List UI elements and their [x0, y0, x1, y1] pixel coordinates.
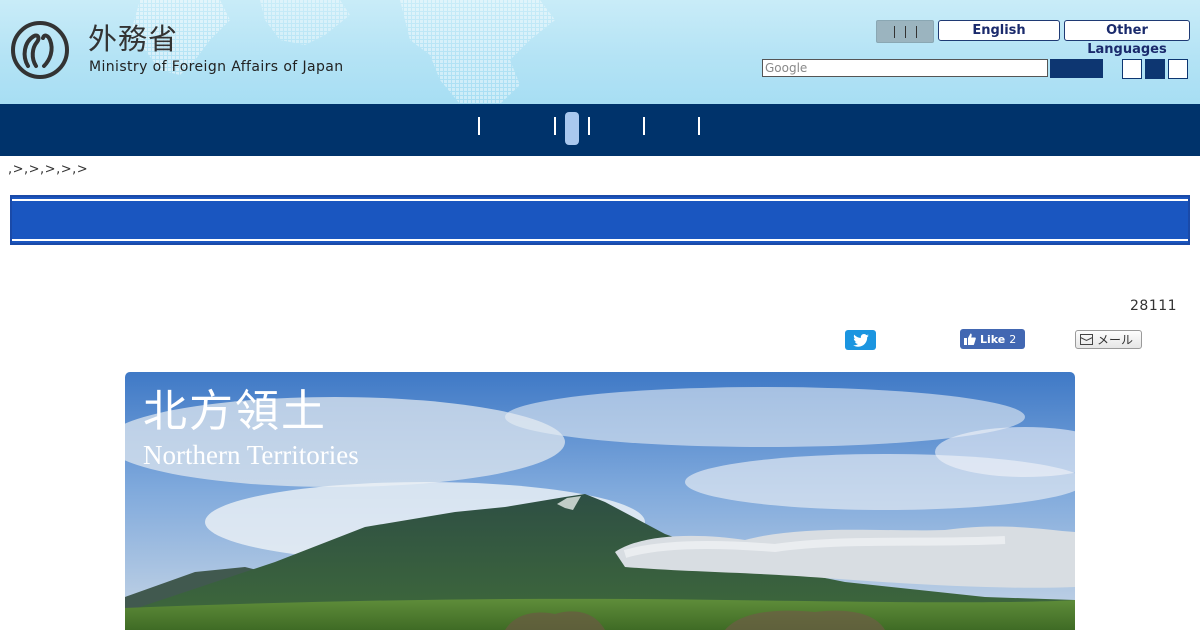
japanese-language-switch[interactable]	[876, 20, 934, 43]
divider	[893, 25, 895, 38]
banner-title-english: Northern Territories	[143, 440, 359, 470]
mail-share-button[interactable]: メール	[1075, 330, 1142, 349]
facebook-like-button[interactable]: Like 2	[960, 329, 1025, 349]
font-size-medium-button[interactable]	[1145, 59, 1165, 79]
font-size-large-button[interactable]	[1168, 59, 1188, 79]
font-size-small-button[interactable]	[1122, 59, 1142, 79]
nav-separator	[478, 117, 480, 135]
global-navigation	[0, 104, 1200, 156]
mofa-logo-icon[interactable]	[10, 20, 70, 80]
search-button[interactable]	[1050, 59, 1103, 78]
facebook-like-count: 2	[1009, 332, 1017, 346]
twitter-share-button[interactable]	[845, 330, 876, 350]
northern-territories-banner: 北方領土 Northern Territories	[125, 372, 1075, 630]
banner-title-japanese: 北方領土	[143, 386, 327, 437]
nav-item-active[interactable]	[565, 112, 579, 145]
facebook-like-label: Like	[980, 332, 1006, 346]
document-number: 28111	[1130, 298, 1178, 314]
site-header: 外務省 Ministry of Foreign Affairs of Japan…	[0, 0, 1200, 104]
search-input[interactable]: Google	[762, 59, 1048, 77]
logo-japanese[interactable]: 外務省	[88, 19, 178, 59]
twitter-icon	[852, 333, 869, 347]
divider	[915, 25, 917, 38]
other-languages-button[interactable]: Other Languages	[1064, 20, 1190, 57]
divider	[904, 25, 906, 38]
english-button[interactable]: English	[938, 20, 1060, 41]
logo-english[interactable]: Ministry of Foreign Affairs of Japan	[89, 59, 344, 75]
mail-label: メール	[1097, 333, 1134, 347]
nav-separator	[588, 117, 590, 135]
thumbs-up-icon	[964, 333, 976, 345]
nav-separator	[643, 117, 645, 135]
breadcrumb[interactable]: ,>,>,>,>,>	[8, 162, 88, 177]
page-title-bar	[10, 195, 1190, 245]
mail-icon	[1080, 334, 1093, 345]
nav-separator	[554, 117, 556, 135]
nav-separator	[698, 117, 700, 135]
